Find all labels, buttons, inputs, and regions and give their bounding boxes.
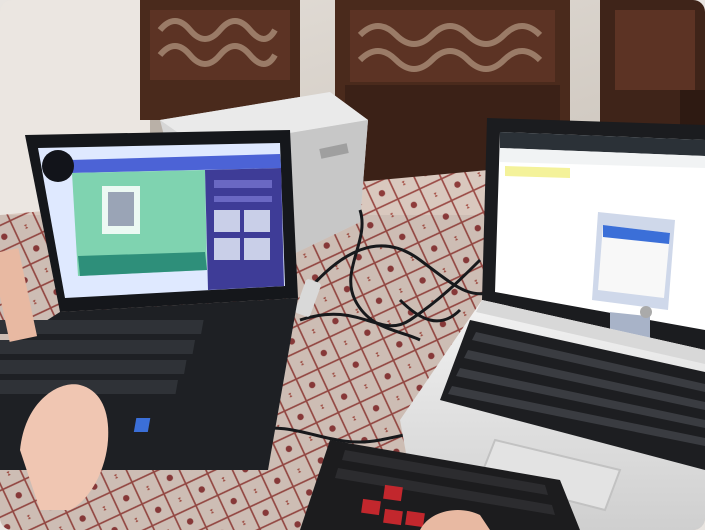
photo-scene <box>0 0 705 530</box>
hp-logo <box>640 306 652 318</box>
photo <box>0 0 705 530</box>
